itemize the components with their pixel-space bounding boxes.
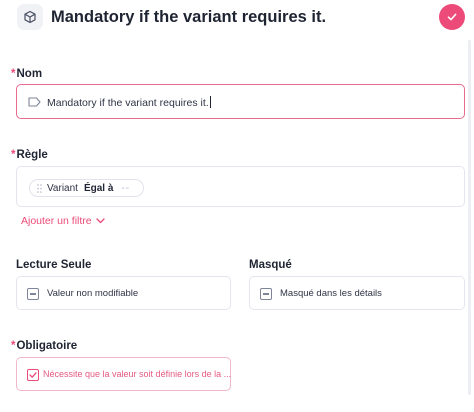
header: Mandatory if the variant requires it.: [0, 0, 474, 38]
tag-icon: [28, 97, 41, 107]
masque-option[interactable]: Masqué dans les détails: [249, 276, 465, 310]
lecture-seule-checkbox[interactable]: [27, 288, 39, 300]
indeterminate-icon: [263, 293, 269, 295]
check-icon: [447, 13, 457, 21]
lecture-seule-label: Lecture Seule: [16, 259, 92, 271]
indeterminate-icon: [30, 293, 36, 295]
save-button[interactable]: [439, 4, 465, 30]
nom-input[interactable]: Mandatory if the variant requires it.: [16, 84, 465, 119]
text-caret: [209, 96, 211, 108]
page-title: Mandatory if the variant requires it.: [51, 8, 327, 26]
required-marker: *: [11, 68, 16, 80]
obligatoire-option-label: Nécessite que la valeur soit définie lor…: [43, 369, 232, 379]
check-icon: [29, 372, 37, 378]
filter-operator: Égal à: [83, 182, 114, 194]
masque-label: Masqué: [249, 259, 292, 271]
drag-handle-icon[interactable]: [37, 183, 42, 193]
masque-option-label: Masqué dans les détails: [280, 288, 382, 299]
chevron-down-icon: [95, 218, 105, 224]
regle-label: *Règle: [11, 149, 48, 161]
filter-value: --: [121, 182, 131, 194]
add-filter-label: Ajouter un filtre: [21, 215, 92, 227]
nom-label: *Nom: [11, 68, 43, 80]
filter-field: Variant: [47, 182, 78, 194]
filter-chip[interactable]: Variant Égal à --: [29, 179, 144, 197]
add-filter-button[interactable]: Ajouter un filtre: [21, 215, 105, 227]
masque-checkbox[interactable]: [260, 288, 272, 300]
cube-icon: [17, 4, 43, 30]
required-marker: *: [11, 149, 16, 161]
rule-builder: Variant Égal à --: [16, 166, 465, 207]
nom-input-value: Mandatory if the variant requires it.: [47, 96, 211, 109]
obligatoire-checkbox[interactable]: [27, 369, 39, 381]
required-marker: *: [11, 340, 16, 352]
obligatoire-label: *Obligatoire: [11, 340, 78, 352]
scrollbar[interactable]: [468, 40, 471, 395]
lecture-seule-option[interactable]: Valeur non modifiable: [16, 276, 231, 310]
lecture-seule-option-label: Valeur non modifiable: [47, 288, 139, 299]
obligatoire-option[interactable]: Nécessite que la valeur soit définie lor…: [16, 357, 231, 391]
